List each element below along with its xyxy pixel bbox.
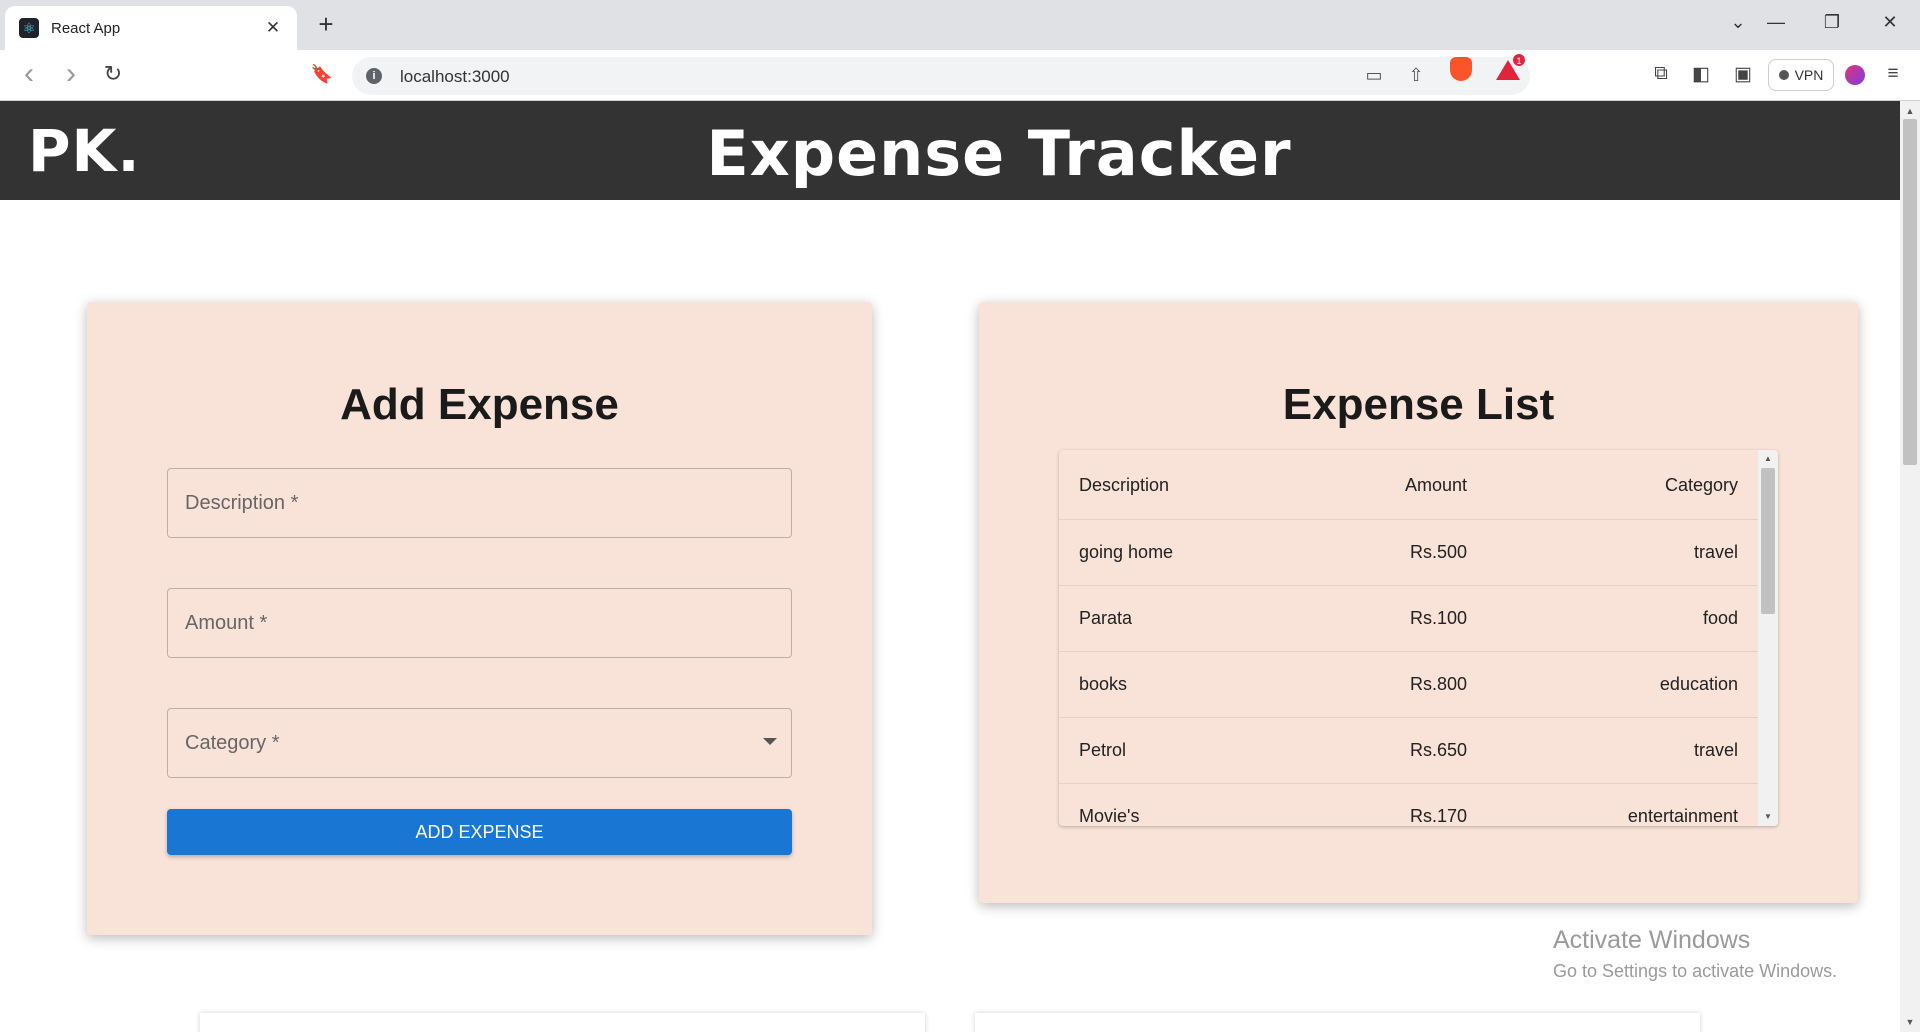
lower-card-left [200,1013,925,1032]
share-icon[interactable]: ⇧ [1404,65,1428,86]
tab-bar: ⚛ React App ✕ + ⌄ — ❐ ✕ [0,0,1920,50]
row-description: going home [1079,542,1174,562]
column-header-description: Description [1079,475,1170,495]
row-category: food [1702,608,1738,628]
scroll-up-icon[interactable]: ▲ [1758,452,1778,466]
row-category: entertainment [1627,806,1738,826]
amount-field[interactable]: Amount * [167,588,792,658]
page-scroll-down-icon[interactable]: ▼ [1900,1014,1920,1030]
row-amount: Rs.100 [1409,608,1467,628]
app-header: PK. Expense Tracker [0,101,1900,200]
menu-icon[interactable]: ≡ [1880,63,1906,85]
column-header-amount: Amount [1404,475,1467,495]
info-icon[interactable]: i [366,68,382,84]
close-icon[interactable]: ✕ [1876,12,1904,33]
vpn-icon [1778,70,1789,80]
scroll-down-icon[interactable]: ▼ [1758,810,1778,824]
row-category: education [1659,674,1738,694]
table-scrollbar[interactable]: ▲ ▼ [1758,450,1778,826]
row-amount: Rs.500 [1409,542,1467,562]
browser-toolbar: ‹ › ↻ 🔖 i localhost:3000 ▭ ⇧ 1 ⧉ ◧ ▣ VPN… [0,50,1920,101]
row-amount: Rs.800 [1409,674,1467,694]
sidebar-icon[interactable]: ◧ [1688,63,1714,86]
activate-windows-subtitle: Go to Settings to activate Windows. [1553,961,1838,981]
expense-table: Description Amount Category going home R… [1059,450,1778,826]
expense-list-title: Expense List [1282,380,1555,429]
page-scroll-thumb[interactable] [1903,119,1917,465]
lower-card-right [975,1013,1700,1032]
category-label: Category * [185,732,280,754]
expense-table-body: Description Amount Category going home R… [1059,450,1758,826]
page-scroll-up-icon[interactable]: ▲ [1900,103,1920,119]
category-select[interactable]: Category * [167,708,792,778]
page-viewport: PK. Expense Tracker Add Expense Descript… [0,101,1900,1032]
table-scroll-thumb[interactable] [1761,468,1775,614]
new-tab-button[interactable]: + [314,11,338,37]
vpn-button[interactable]: VPN [1768,59,1834,91]
tab-close-icon[interactable]: ✕ [263,18,283,38]
table-row: Petrol Rs.650 travel [1059,718,1758,784]
address-bar[interactable]: i localhost:3000 ▭ ⇧ [352,57,1530,95]
row-description: books [1079,674,1128,694]
row-amount: Rs.650 [1409,740,1467,760]
row-category: travel [1693,740,1738,760]
tab-title: React App [51,19,121,37]
react-favicon-icon: ⚛ [19,18,39,38]
page-scrollbar[interactable]: ▲ ▼ [1900,101,1920,1032]
expense-list-card: Expense List Description Amount Category… [979,302,1858,903]
page-title: Expense Tracker [706,117,1292,190]
row-description: Petrol [1079,740,1127,760]
reload-icon[interactable]: ↻ [100,62,126,86]
profile-icon[interactable] [1845,65,1865,85]
forward-icon[interactable]: › [58,59,84,89]
browser-tab[interactable]: ⚛ React App ✕ [5,6,297,50]
table-row: Parata Rs.100 food [1059,586,1758,652]
column-header-category: Category [1664,475,1738,495]
cast-icon[interactable]: ▭ [1362,65,1386,86]
description-field[interactable]: Description * [167,468,792,538]
description-input[interactable] [168,469,791,537]
activate-windows-title: Activate Windows [1553,926,1751,954]
extensions-icon[interactable]: ⧉ [1648,63,1674,85]
table-row: going home Rs.500 travel [1059,520,1758,586]
back-icon[interactable]: ‹ [16,59,42,89]
add-expense-title: Add Expense [340,380,619,429]
row-amount: Rs.170 [1409,806,1467,826]
url-text[interactable]: localhost:3000 [400,67,510,87]
table-header-row: Description Amount Category [1059,450,1758,520]
brave-shields-icon[interactable] [1450,57,1472,81]
table-row: Movie's Rs.170 entertainment [1059,784,1758,826]
wallet-icon[interactable]: ▣ [1730,63,1756,86]
dropdown-arrow-icon[interactable] [763,738,777,745]
row-description: Parata [1079,608,1133,628]
rewards-badge: 1 [1512,53,1526,67]
row-description: Movie's [1079,806,1140,826]
restore-icon[interactable]: ❐ [1818,12,1846,33]
bookmark-icon[interactable]: 🔖 [309,62,335,86]
row-category: travel [1693,542,1738,562]
minimize-icon[interactable]: — [1762,12,1790,33]
tab-search-icon[interactable]: ⌄ [1724,12,1752,33]
amount-input[interactable] [168,589,791,657]
table-row: books Rs.800 education [1059,652,1758,718]
vpn-label: VPN [1794,67,1824,83]
add-expense-card: Add Expense Description * Amount * Categ… [87,302,872,935]
add-expense-button[interactable]: ADD EXPENSE [167,809,792,855]
